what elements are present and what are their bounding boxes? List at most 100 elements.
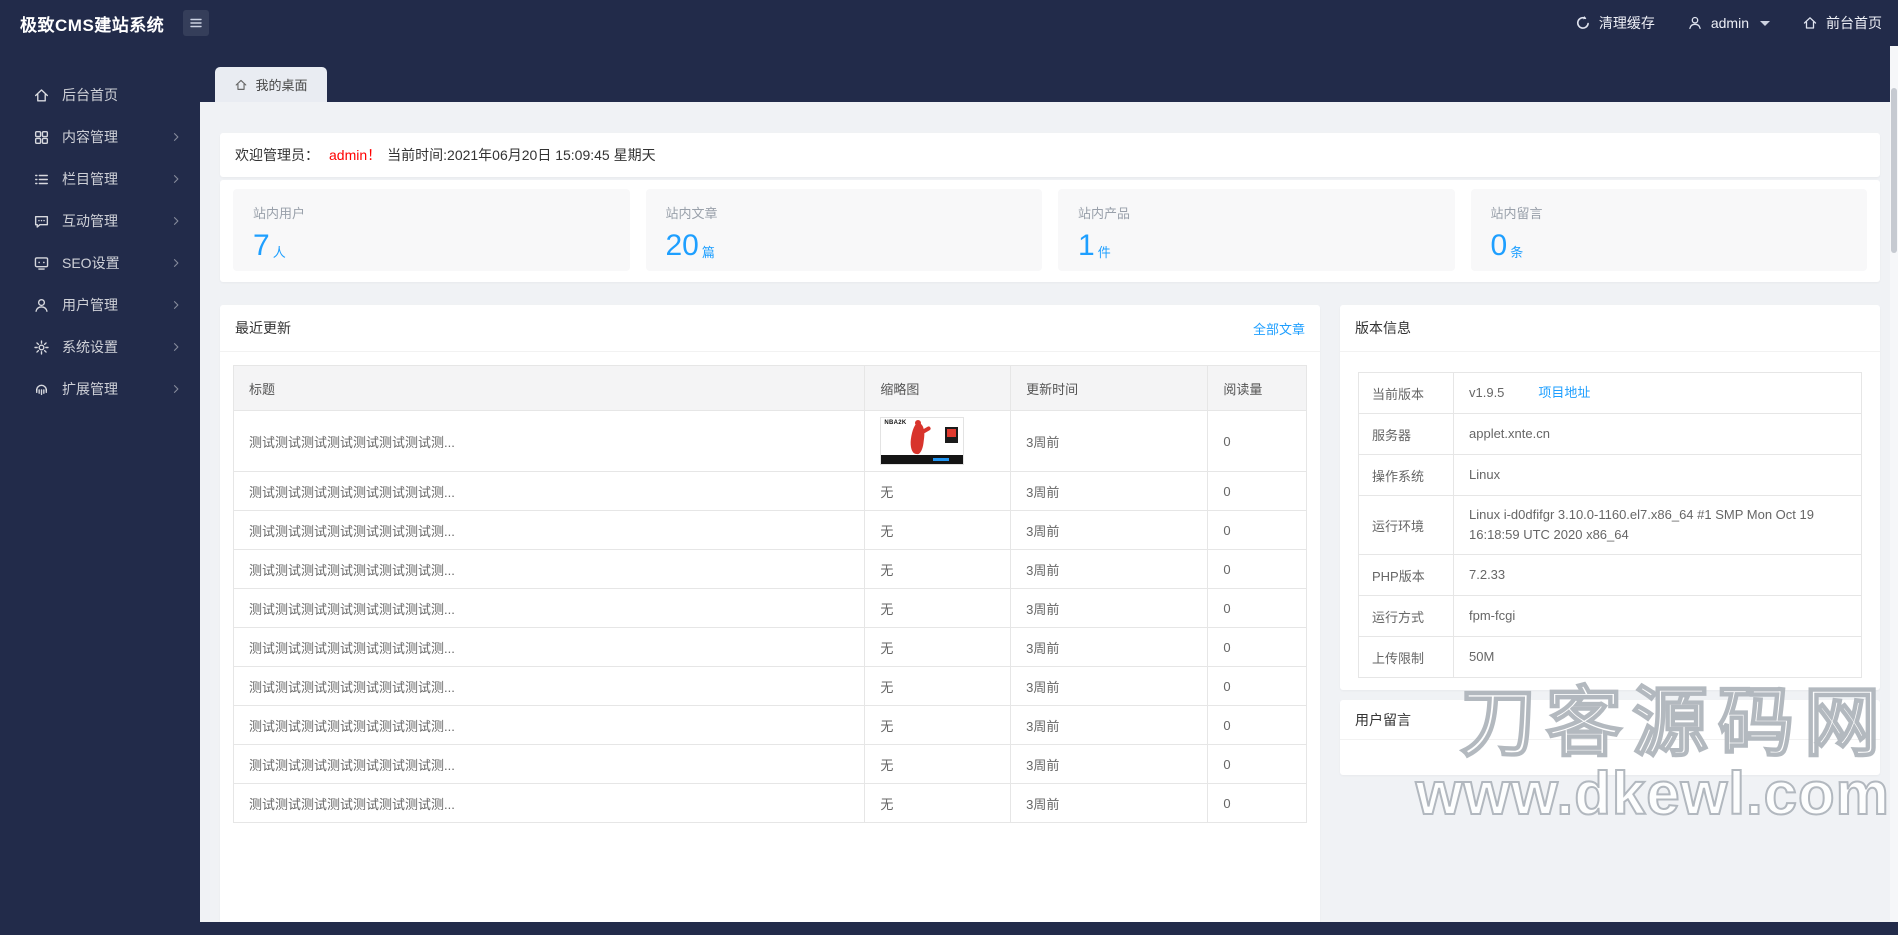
stat-number: 0 — [1490, 229, 1508, 262]
sidebar-item-icon — [33, 297, 50, 314]
article-thumbnail-cell: 无 — [864, 745, 1010, 783]
article-thumbnail-cell: 无 — [864, 667, 1010, 705]
home-icon — [234, 78, 248, 92]
article-updated-time: 3周前 — [1010, 472, 1207, 510]
version-row-label: 上传限制 — [1359, 637, 1454, 678]
thumbnail-placeholder-text: 无 — [880, 523, 894, 539]
article-title[interactable]: 测试测试测试测试测试测试测试测... — [234, 667, 864, 705]
clear-cache-button[interactable]: 清理缓存 — [1575, 13, 1655, 33]
version-row: PHP版本 7.2.33 — [1359, 555, 1861, 597]
table-body: 测试测试测试测试测试测试测试测... NBA2K 3周前 0 测试测试测试测试测… — [234, 411, 1306, 823]
front-home-label: 前台首页 — [1826, 15, 1882, 31]
chevron-right-icon — [170, 131, 182, 143]
article-title[interactable]: 测试测试测试测试测试测试测试测... — [234, 589, 864, 627]
thumbnail-logo-text: NBA2K — [884, 420, 907, 426]
article-view-count: 0 — [1207, 706, 1306, 744]
recent-updates-panel: 最近更新 全部文章 标题 缩略图 更新时间 阅读量 测试测试测试测试测试测试测试… — [220, 305, 1320, 922]
panel-title: 用户留言 — [1355, 711, 1411, 728]
chevron-right-icon — [170, 299, 182, 311]
article-view-count: 0 — [1207, 411, 1306, 471]
article-view-count: 0 — [1207, 589, 1306, 627]
thumbnail-placeholder-text: 无 — [880, 484, 894, 500]
sidebar-item-label: 后台首页 — [62, 87, 118, 103]
tab-my-desktop[interactable]: 我的桌面 — [215, 67, 327, 102]
sidebar-item[interactable]: 栏目管理 — [0, 158, 200, 200]
sidebar-item[interactable]: SEO设置 — [0, 242, 200, 284]
stat-number: 1 — [1078, 229, 1095, 262]
table-row: 测试测试测试测试测试测试测试测... 无 3周前 0 — [234, 706, 1306, 745]
thumbnail-placeholder-text: 无 — [880, 601, 894, 617]
sidebar-item[interactable]: 互动管理 — [0, 200, 200, 242]
article-title[interactable]: 测试测试测试测试测试测试测试测... — [234, 411, 864, 471]
column-header-title: 标题 — [249, 381, 276, 397]
stat-label: 站内产品 — [1078, 206, 1131, 221]
version-row-value: Linux — [1469, 466, 1501, 482]
table-row: 测试测试测试测试测试测试测试测... 无 3周前 0 — [234, 784, 1306, 823]
page-scrollbar-track[interactable] — [1890, 46, 1898, 922]
project-url-link[interactable]: 项目地址 — [1538, 383, 1590, 403]
stat-value: 7 人 — [253, 231, 610, 261]
article-updated-time: 3周前 — [1010, 411, 1207, 471]
all-articles-link[interactable]: 全部文章 — [1253, 319, 1305, 338]
stat-unit: 人 — [272, 245, 286, 260]
version-row-value-cell: 7.2.33 — [1454, 555, 1861, 595]
article-title[interactable]: 测试测试测试测试测试测试测试测... — [234, 472, 864, 510]
sidebar-item-icon — [33, 129, 50, 146]
stat-value: 20 篇 — [666, 231, 1023, 261]
sidebar-toggle-button[interactable] — [183, 10, 209, 36]
article-updated-time: 3周前 — [1010, 745, 1207, 783]
stat-unit: 篇 — [701, 245, 715, 260]
stat-value: 1 件 — [1078, 231, 1435, 261]
user-menu[interactable]: admin — [1687, 15, 1770, 31]
chevron-right-icon — [170, 215, 182, 227]
sidebar-item[interactable]: 后台首页 — [0, 74, 200, 116]
article-title[interactable]: 测试测试测试测试测试测试测试测... — [234, 511, 864, 549]
version-row-value-cell: 50M — [1454, 637, 1861, 677]
thumbnail-placeholder-text: 无 — [880, 562, 894, 578]
table-header-row: 标题 缩略图 更新时间 阅读量 — [234, 366, 1306, 411]
cms-admin-dashboard: { "app": { "title": "极致CMS建站系统" }, "head… — [0, 0, 1898, 935]
table-row: 测试测试测试测试测试测试测试测... 无 3周前 0 — [234, 472, 1306, 511]
article-title[interactable]: 测试测试测试测试测试测试测试测... — [234, 784, 864, 822]
article-updated-time: 3周前 — [1010, 628, 1207, 666]
article-title[interactable]: 测试测试测试测试测试测试测试测... — [234, 628, 864, 666]
sidebar-item-label: 系统设置 — [62, 339, 118, 355]
page-scrollbar-thumb[interactable] — [1891, 88, 1897, 253]
sidebar-item[interactable]: 系统设置 — [0, 326, 200, 368]
stat-card: 站内产品 1 件 — [1058, 189, 1455, 271]
sidebar-item-icon — [33, 213, 50, 230]
version-row-value-cell: fpm-fcgi — [1454, 596, 1861, 636]
left-column: 最近更新 全部文章 标题 缩略图 更新时间 阅读量 测试测试测试测试测试测试测试… — [220, 305, 1320, 922]
sidebar-item-label: 栏目管理 — [62, 171, 118, 187]
sidebar-item-icon — [33, 171, 50, 188]
sidebar: 后台首页 内容管理 栏目管理 互动管理 SEO设置 用户管理 系统设置 扩展管理 — [0, 46, 200, 922]
article-view-count: 0 — [1207, 784, 1306, 822]
sidebar-item[interactable]: 用户管理 — [0, 284, 200, 326]
article-title[interactable]: 测试测试测试测试测试测试测试测... — [234, 745, 864, 783]
stat-number: 7 — [253, 229, 270, 262]
version-row-value: Linux i-d0dfifgr 3.10.0-1160.el7.x86_64 … — [1469, 507, 1814, 543]
clear-cache-label: 清理缓存 — [1598, 15, 1655, 31]
article-thumbnail-cell: 无 — [864, 589, 1010, 627]
user-icon — [1687, 15, 1703, 31]
version-row-value: v1.9.5 — [1469, 384, 1505, 400]
article-title[interactable]: 测试测试测试测试测试测试测试测... — [234, 706, 864, 744]
sidebar-item-label: 用户管理 — [62, 297, 118, 313]
sidebar-item[interactable]: 扩展管理 — [0, 368, 200, 410]
thumbnail-placeholder-text: 无 — [880, 679, 894, 695]
sidebar-item[interactable]: 内容管理 — [0, 116, 200, 158]
version-row-label: 当前版本 — [1359, 373, 1454, 413]
version-info-table: 当前版本 v1.9.5 项目地址 服务器 applet.xnte.cn 操作系统… — [1358, 372, 1862, 679]
stat-unit: 件 — [1097, 245, 1111, 260]
username: admin — [1710, 15, 1749, 31]
article-title[interactable]: 测试测试测试测试测试测试测试测... — [234, 550, 864, 588]
sidebar-item-icon — [33, 255, 50, 272]
article-thumbnail-image: NBA2K — [880, 417, 965, 465]
front-home-button[interactable]: 前台首页 — [1802, 13, 1882, 33]
article-thumbnail-cell: 无 — [864, 550, 1010, 588]
article-view-count: 0 — [1207, 511, 1306, 549]
tab-bar: 我的桌面 — [200, 46, 1898, 102]
table-row: 测试测试测试测试测试测试测试测... 无 3周前 0 — [234, 550, 1306, 589]
version-row-label: 服务器 — [1359, 414, 1454, 454]
version-row: 当前版本 v1.9.5 项目地址 — [1359, 373, 1861, 414]
